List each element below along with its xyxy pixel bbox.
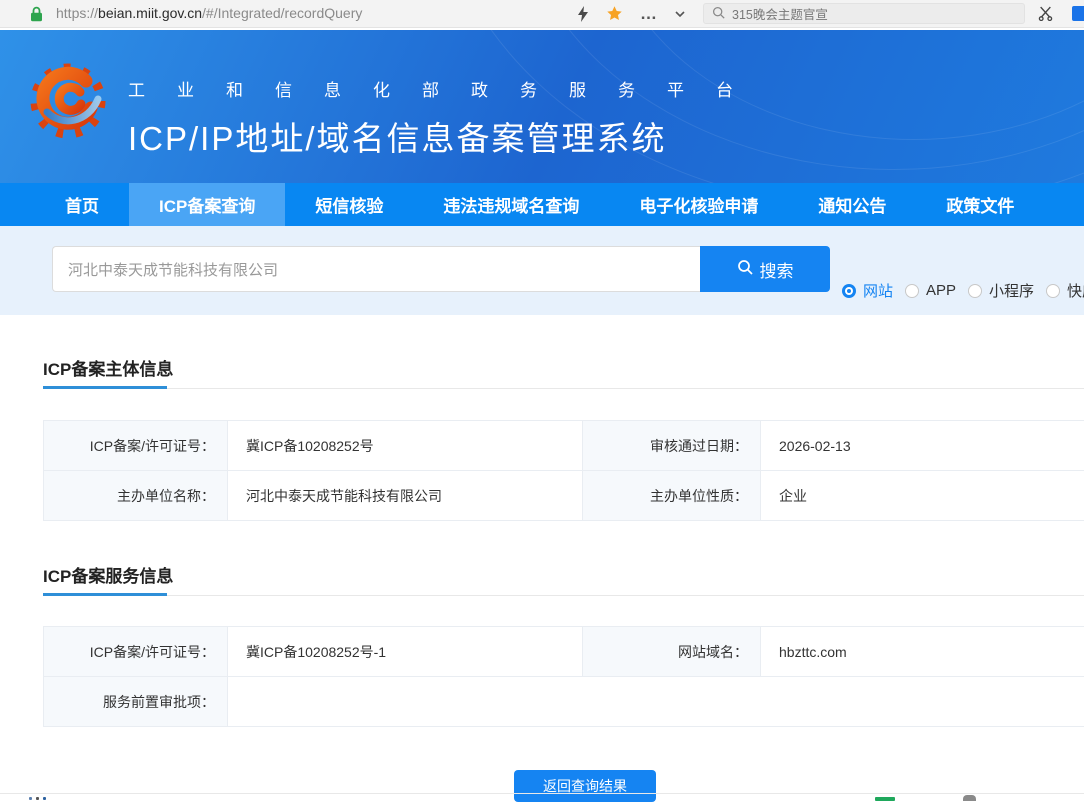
- field-label: ICP备案/许可证号：: [44, 421, 228, 471]
- nav-item-home[interactable]: 首页: [35, 183, 129, 226]
- field-label: 审核通过日期：: [583, 421, 761, 471]
- service-info-table: ICP备案/许可证号： 冀ICP备10208252号-1 网站域名： hbztt…: [43, 626, 1084, 727]
- table-row: ICP备案/许可证号： 冀ICP备10208252号 审核通过日期： 2026-…: [44, 421, 1084, 471]
- url-domain: beian.miit.gov.cn: [98, 5, 202, 21]
- radio-dot: [968, 284, 982, 298]
- table-row: ICP备案/许可证号： 冀ICP备10208252号-1 网站域名： hbztt…: [44, 627, 1084, 677]
- search-icon: [737, 259, 753, 280]
- radio-quick-app[interactable]: 快应用: [1046, 280, 1084, 301]
- field-value: hbzttc.com: [761, 627, 1084, 677]
- field-label: 服务前置审批项：: [44, 677, 228, 727]
- footer-cutoff-gray-icon: [963, 795, 976, 801]
- back-to-results-button[interactable]: 返回查询结果: [514, 770, 656, 802]
- nav-item-icp-query[interactable]: ICP备案查询: [129, 183, 285, 226]
- chevron-down-icon[interactable]: [674, 10, 686, 18]
- url-path: /#/Integrated/recordQuery: [202, 5, 362, 21]
- search-button-label: 搜索: [760, 257, 794, 282]
- record-search-section: 搜索 网站 APP 小程序 快应用: [0, 226, 1084, 315]
- search-icon: [712, 6, 725, 22]
- nav-item-notices[interactable]: 通知公告: [788, 183, 916, 226]
- field-label: 主办单位性质：: [583, 471, 761, 521]
- url-protocol: https://: [56, 5, 98, 21]
- footer-cutoff-green-icon: [875, 797, 895, 801]
- nav-item-illegal-domain-query[interactable]: 违法违规域名查询: [413, 183, 609, 226]
- nav-item-policy-docs[interactable]: 政策文件: [916, 183, 1044, 226]
- radio-dot: [905, 284, 919, 298]
- nav-item-sms-verify[interactable]: 短信核验: [285, 183, 413, 226]
- radio-dot-selected: [842, 284, 856, 298]
- lightning-icon[interactable]: [577, 6, 589, 22]
- ssl-lock-icon: [30, 6, 43, 27]
- footer-divider: [0, 793, 1084, 794]
- ministry-platform-line: 工业和信息化部政务服务平台: [128, 76, 765, 101]
- subject-info-title: ICP备案主体信息: [43, 355, 1084, 380]
- table-row: 主办单位名称： 河北中泰天成节能科技有限公司 主办单位性质： 企业: [44, 471, 1084, 521]
- field-label: ICP备案/许可证号：: [44, 627, 228, 677]
- bookmark-star-icon[interactable]: [606, 5, 623, 22]
- field-value: 2026-02-13: [761, 421, 1084, 471]
- mail-icon[interactable]: [1072, 6, 1084, 21]
- browser-quick-search[interactable]: 315晚会主题官宣: [703, 3, 1025, 24]
- radio-app[interactable]: APP: [905, 282, 956, 299]
- browser-toolbar: https://beian.miit.gov.cn/#/Integrated/r…: [0, 0, 1084, 28]
- miit-gear-logo: [28, 61, 108, 146]
- field-value: 企业: [761, 471, 1084, 521]
- subject-info-table: ICP备案/许可证号： 冀ICP备10208252号 审核通过日期： 2026-…: [43, 420, 1084, 521]
- section-title-rule: [43, 593, 1084, 596]
- table-row: 服务前置审批项：: [44, 677, 1084, 727]
- scissors-icon[interactable]: [1038, 6, 1053, 26]
- radio-mini-program[interactable]: 小程序: [968, 280, 1034, 301]
- nav-item-e-verify-apply[interactable]: 电子化核验申请: [609, 183, 788, 226]
- service-info-title: ICP备案服务信息: [43, 562, 1084, 587]
- quick-search-text: 315晚会主题官宣: [732, 4, 828, 23]
- address-bar[interactable]: https://beian.miit.gov.cn/#/Integrated/r…: [56, 0, 362, 27]
- field-value: [228, 677, 1084, 727]
- footer-cutoff-dots: [29, 797, 46, 800]
- field-value: 冀ICP备10208252号: [228, 421, 583, 471]
- search-button[interactable]: 搜索: [700, 246, 830, 292]
- field-label: 网站域名：: [583, 627, 761, 677]
- field-value: 河北中泰天成节能科技有限公司: [228, 471, 583, 521]
- system-title: ICP/IP地址/域名信息备案管理系统: [128, 112, 765, 160]
- field-value: 冀ICP备10208252号-1: [228, 627, 583, 677]
- section-title-rule: [43, 386, 1084, 389]
- main-nav: 首页 ICP备案查询 短信核验 违法违规域名查询 电子化核验申请 通知公告 政策…: [0, 183, 1084, 226]
- field-label: 主办单位名称：: [44, 471, 228, 521]
- ellipsis-menu-icon[interactable]: …: [640, 9, 657, 19]
- radio-website[interactable]: 网站: [842, 280, 893, 301]
- site-header: 工业和信息化部政务服务平台 ICP/IP地址/域名信息备案管理系统: [0, 30, 1084, 183]
- radio-dot: [1046, 284, 1060, 298]
- record-search-input[interactable]: [52, 246, 700, 292]
- record-type-radios: 网站 APP 小程序 快应用: [842, 280, 1084, 301]
